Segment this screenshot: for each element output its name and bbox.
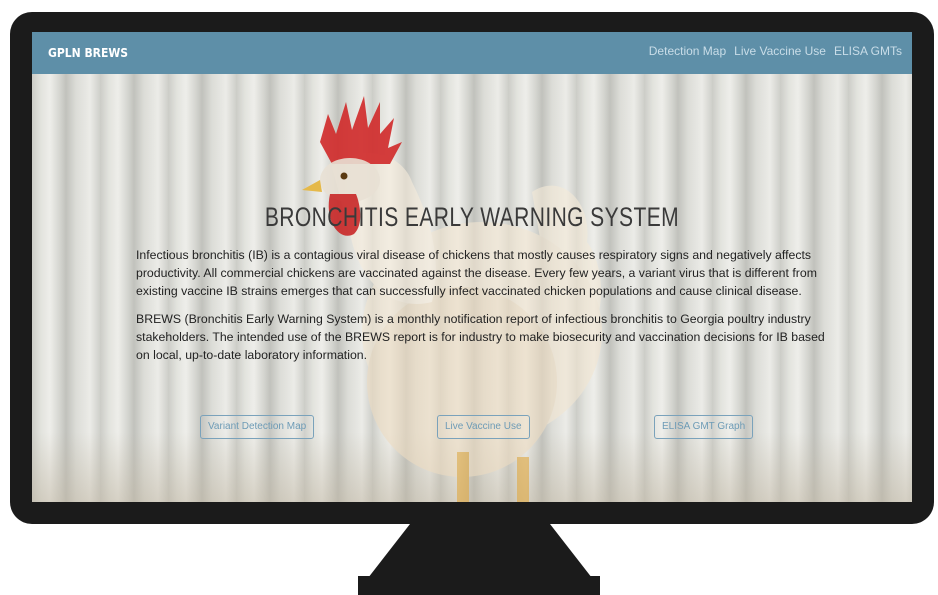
elisa-gmt-graph-button[interactable]: ELISA GMT Graph (654, 415, 754, 439)
page-title: BRONCHITIS EARLY WARNING SYSTEM (264, 202, 680, 232)
nav-links: Detection Map Live Vaccine Use ELISA GMT… (649, 44, 902, 58)
live-vaccine-use-button[interactable]: Live Vaccine Use (437, 415, 530, 439)
nav-link-detection-map[interactable]: Detection Map (649, 44, 726, 58)
navbar: GPLN BREWS Detection Map Live Vaccine Us… (32, 32, 912, 74)
brand-logo[interactable]: GPLN BREWS (48, 46, 128, 60)
nav-link-live-vaccine-use[interactable]: Live Vaccine Use (734, 44, 826, 58)
variant-detection-map-button[interactable]: Variant Detection Map (200, 415, 315, 439)
nav-link-elisa-gmts[interactable]: ELISA GMTs (834, 44, 902, 58)
brews-description-paragraph: BREWS (Bronchitis Early Warning System) … (136, 312, 825, 362)
intro-paragraph: Infectious bronchitis (IB) is a contagio… (136, 248, 817, 298)
